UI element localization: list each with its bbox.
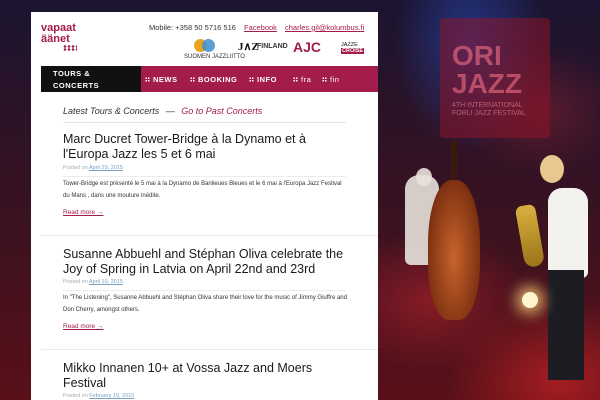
nav-item-tours-concerts[interactable]: TOURS & CONCERTS (41, 66, 141, 92)
post-meta-3: Posted on February 19, 2015 (63, 393, 135, 399)
jazz-finland-label: FINLAND (257, 43, 288, 50)
contact-mobile: Mobile: +358 50 5716 516 (149, 23, 236, 32)
jazz-finland-mark[interactable]: J∧Z (238, 40, 259, 53)
post-separator (41, 235, 378, 236)
logo-dots-icon (63, 45, 77, 51)
post-title-2[interactable]: Susanne Abbuehl and Stéphan Oliva celebr… (63, 247, 348, 276)
section-heading: Latest Tours & Concerts — Go to Past Con… (63, 106, 262, 116)
grid-icon (190, 76, 195, 82)
festival-banner-subtitle: 4TH INTERNATIONAL FORLI JAZZ FESTIVAL (452, 102, 526, 117)
post-title-3[interactable]: Mikko Innanen 10+ at Vossa Jazz and Moer… (63, 361, 348, 390)
section-divider (63, 122, 346, 123)
site-logo[interactable]: vapaat äänet (41, 23, 76, 45)
content-panel: vapaat äänet Mobile: +358 50 5716 516 Fa… (31, 12, 378, 400)
latest-tours-label: Latest Tours & Concerts (63, 106, 160, 116)
facebook-link[interactable]: Facebook (244, 23, 277, 32)
post-divider (63, 176, 346, 177)
main-navigation: TOURS & CONCERTS NEWS BOOKING INFO fra f… (41, 66, 378, 92)
post-date-link-1[interactable]: April 29, 2015 (89, 165, 123, 171)
post-title-1[interactable]: Marc Ducret Tower-Bridge à la Dynamo et … (63, 132, 348, 161)
post-date-link-2[interactable]: April 10, 2015 (89, 279, 123, 285)
past-concerts-link[interactable]: Go to Past Concerts (181, 106, 262, 116)
stage-lamp (522, 292, 538, 308)
post-excerpt-2: In "The Listening", Susanne Abbuehl and … (63, 295, 347, 313)
double-bass (428, 180, 480, 320)
post-date-link-3[interactable]: February 19, 2015 (89, 393, 134, 399)
suomen-jazzliitto-logo[interactable] (194, 39, 216, 53)
grid-icon (145, 76, 150, 82)
nav-item-info[interactable]: INFO (249, 66, 277, 92)
saxophonist-head (540, 155, 564, 183)
post-meta-2: Posted on April 10, 2015 (63, 279, 123, 285)
nav-item-lang-fin[interactable]: fin (322, 66, 339, 92)
nav-item-lang-fra[interactable]: fra (293, 66, 311, 92)
saxophonist (548, 188, 588, 278)
grid-icon (249, 76, 254, 82)
heading-dash: — (165, 106, 175, 116)
email-link[interactable]: charles.gil@kolumbus.fi (285, 23, 364, 32)
post-excerpt-1: Tower-Bridge est présenté le 5 mai à la … (63, 181, 342, 199)
post-separator (41, 349, 378, 350)
festival-banner-title: ORI JAZZ (452, 40, 522, 99)
read-more-link-1[interactable]: Read more → (63, 209, 103, 216)
nav-item-booking[interactable]: BOOKING (190, 66, 237, 92)
read-more-link-2[interactable]: Read more → (63, 323, 103, 330)
grid-icon (322, 76, 327, 82)
jazz-croise-logo[interactable]: JAZZE CROISE (341, 42, 365, 54)
saxophone (514, 203, 546, 269)
ajc-logo[interactable]: AJC (293, 39, 321, 55)
post-divider (63, 290, 346, 291)
post-meta-1: Posted on April 29, 2015 (63, 165, 123, 171)
nav-item-news[interactable]: NEWS (145, 66, 178, 92)
grid-icon (293, 76, 298, 82)
saxophonist-legs (548, 270, 584, 380)
suomen-jazzliitto-label: SUOMEN JAZZLIITTO (184, 54, 245, 60)
